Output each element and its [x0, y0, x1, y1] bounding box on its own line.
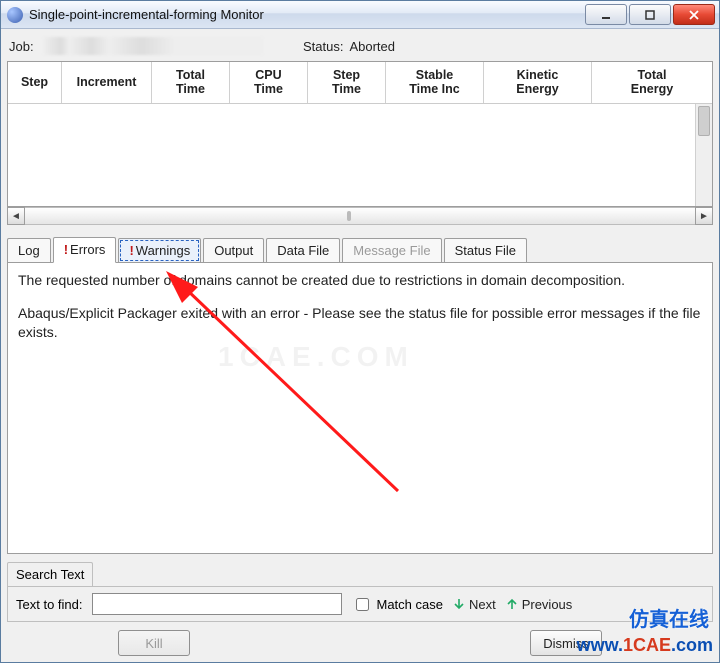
tab-output-label: Output	[214, 243, 253, 258]
job-label: Job:	[9, 39, 43, 54]
window-title: Single-point-incremental-forming Monitor	[29, 7, 583, 22]
tab-strip: Log !Errors !Warnings Output Data File M…	[7, 236, 713, 262]
next-button[interactable]: Next	[453, 597, 496, 612]
titlebar: Single-point-incremental-forming Monitor	[1, 1, 719, 29]
table-header-row: Step Increment Total Time CPU Time Step …	[8, 62, 712, 104]
tab-log[interactable]: Log	[7, 238, 51, 263]
arrow-down-icon	[453, 598, 465, 610]
table-body	[8, 104, 712, 206]
close-icon	[688, 9, 700, 21]
previous-button[interactable]: Previous	[506, 597, 573, 612]
minimize-button[interactable]	[585, 4, 627, 25]
error-line-1: The requested number of domains cannot b…	[18, 271, 702, 290]
tab-data-file[interactable]: Data File	[266, 238, 340, 263]
monitor-window: Single-point-incremental-forming Monitor…	[0, 0, 720, 663]
tab-status-file[interactable]: Status File	[444, 238, 527, 263]
next-label: Next	[469, 597, 496, 612]
search-input[interactable]	[92, 593, 342, 615]
bang-icon: !	[129, 243, 133, 258]
search-section: Search Text Text to find: Match case Nex…	[7, 562, 713, 622]
minimize-icon	[600, 9, 612, 21]
tab-data-file-label: Data File	[277, 243, 329, 258]
kill-button[interactable]: Kill	[118, 630, 190, 656]
tab-errors-label: Errors	[70, 242, 105, 257]
table-vertical-scrollbar[interactable]	[695, 104, 712, 206]
bottom-button-row: Kill Dismiss	[7, 622, 713, 656]
col-step-time[interactable]: Step Time	[308, 62, 386, 103]
search-header: Search Text	[7, 562, 93, 586]
close-button[interactable]	[673, 4, 715, 25]
dismiss-button[interactable]: Dismiss	[530, 630, 602, 656]
tab-message-file-label: Message File	[353, 243, 430, 258]
match-case-checkbox[interactable]	[356, 598, 369, 611]
col-step[interactable]: Step	[8, 62, 62, 103]
job-value	[43, 37, 263, 55]
col-kinetic-energy[interactable]: Kinetic Energy	[484, 62, 592, 103]
col-stable-time-inc[interactable]: Stable Time Inc	[386, 62, 484, 103]
status-label: Status:	[303, 39, 343, 54]
col-increment[interactable]: Increment	[62, 62, 152, 103]
tab-errors[interactable]: !Errors	[53, 237, 117, 263]
status-value: Aborted	[349, 39, 395, 54]
col-total-energy[interactable]: Total Energy	[592, 62, 712, 103]
kill-label: Kill	[145, 636, 162, 651]
bang-icon: !	[64, 242, 68, 257]
scroll-track[interactable]	[25, 207, 695, 225]
scroll-left-button[interactable]: ◄	[7, 207, 25, 225]
match-case-option[interactable]: Match case	[352, 595, 442, 614]
maximize-button[interactable]	[629, 4, 671, 25]
scrollbar-thumb[interactable]	[698, 106, 710, 136]
tab-log-label: Log	[18, 243, 40, 258]
match-case-label: Match case	[376, 597, 442, 612]
watermark-text: 1CAE.COM	[218, 341, 414, 373]
job-status-row: Job: Status: Aborted	[7, 33, 713, 61]
error-messages: The requested number of domains cannot b…	[18, 271, 702, 342]
app-icon	[7, 7, 23, 23]
progress-table: Step Increment Total Time CPU Time Step …	[7, 61, 713, 207]
scroll-right-button[interactable]: ►	[695, 207, 713, 225]
error-line-2: Abaqus/Explicit Packager exited with an …	[18, 304, 702, 342]
search-row: Text to find: Match case Next Previous	[7, 586, 713, 622]
col-total-time[interactable]: Total Time	[152, 62, 230, 103]
arrow-up-icon	[506, 598, 518, 610]
col-cpu-time[interactable]: CPU Time	[230, 62, 308, 103]
dismiss-label: Dismiss	[543, 636, 589, 651]
window-controls	[583, 4, 715, 25]
tab-output[interactable]: Output	[203, 238, 264, 263]
scroll-tick	[347, 211, 351, 221]
tab-warnings[interactable]: !Warnings	[118, 238, 201, 263]
client-area: Job: Status: Aborted Step Increment Tota…	[1, 29, 719, 662]
tab-warnings-label: Warnings	[136, 243, 190, 258]
tab-status-file-label: Status File	[455, 243, 516, 258]
table-horizontal-scrollbar[interactable]: ◄ ►	[7, 207, 713, 226]
tab-message-file[interactable]: Message File	[342, 238, 441, 263]
find-label: Text to find:	[16, 597, 82, 612]
tab-content-errors: The requested number of domains cannot b…	[7, 262, 713, 554]
previous-label: Previous	[522, 597, 573, 612]
maximize-icon	[644, 9, 656, 21]
